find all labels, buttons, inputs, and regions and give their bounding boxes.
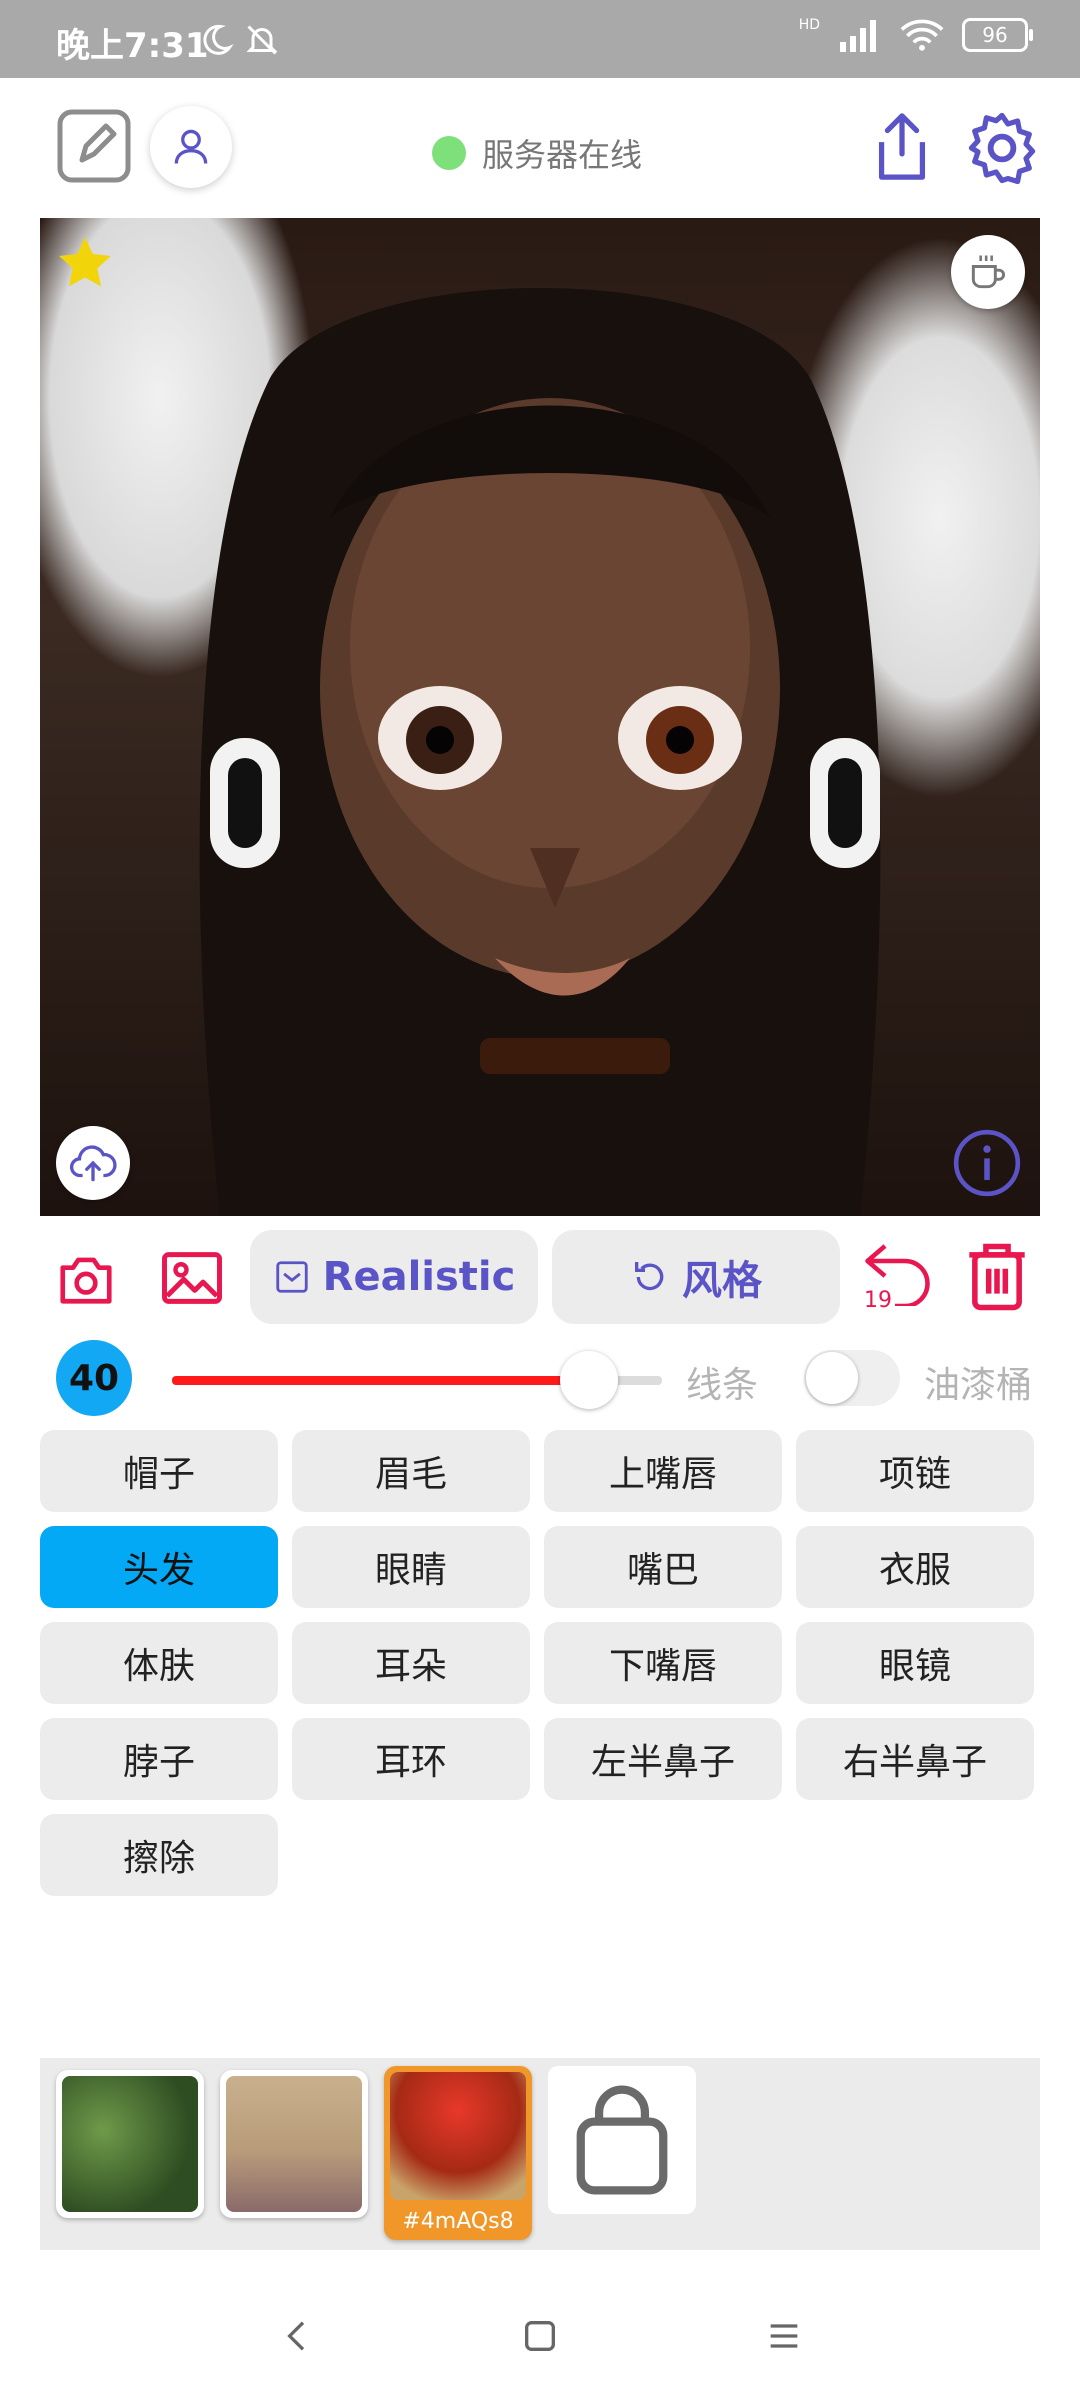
system-nav-bar [0,2290,1080,2370]
online-indicator [432,136,466,170]
doll-portrait [199,288,881,1216]
wifi-icon [900,19,944,51]
upload-button[interactable] [56,1126,130,1200]
segment-chip-selected[interactable]: 头发 [40,1526,278,1608]
user-icon [174,129,208,164]
segment-chip[interactable]: 耳环 [292,1718,530,1800]
thumbnail-tag: #4mAQs8 [384,2204,532,2240]
segment-chip[interactable]: 衣服 [796,1526,1034,1608]
line-mode-label[interactable]: 线条 [686,1356,758,1408]
generated-image[interactable] [40,218,1040,1216]
segment-grid: 帽子 眉毛 上嘴唇 项链 头发 眼睛 嘴巴 衣服 体肤 耳朵 下嘴唇 眼镜 脖子… [40,1430,1040,1896]
edit-button[interactable] [56,108,132,184]
battery-level: 96 [982,23,1008,47]
chevron-left-icon [287,2321,305,2351]
segment-chip[interactable]: 眼镜 [796,1622,1034,1704]
image-icon [162,1252,222,1304]
segment-chip[interactable]: 项链 [796,1430,1034,1512]
server-status: 服务器在线 [432,130,642,176]
coffee-button[interactable] [951,235,1025,309]
shopping-bag-icon [576,2085,668,2195]
home-button[interactable] [520,2316,560,2360]
segment-chip[interactable]: 体肤 [40,1622,278,1704]
history-thumbnail[interactable] [220,2070,368,2218]
history-thumbnail[interactable] [56,2070,204,2218]
delete-button[interactable] [962,1240,1032,1314]
profile-button[interactable] [150,106,232,188]
battery-icon: 96 [962,18,1033,52]
camera-icon [60,1257,112,1304]
back-button[interactable] [278,2316,318,2360]
segment-chip[interactable]: 耳朵 [292,1622,530,1704]
paint-bucket-toggle[interactable] [804,1350,900,1406]
edit-pen-icon [57,109,131,183]
status-bar: 晚上7:31 HD 96 [0,0,1080,78]
thumbnail-image [62,2076,198,2212]
signal-icon [840,20,876,52]
server-status-text: 服务器在线 [482,136,643,174]
favorite-button[interactable] [54,232,116,294]
segment-chip[interactable]: 左半鼻子 [544,1718,782,1800]
status-left-icons [198,22,280,58]
segment-chip[interactable]: 下嘴唇 [544,1622,782,1704]
star-icon [59,237,111,287]
segment-chip[interactable]: 脖子 [40,1718,278,1800]
coffee-cup-icon [971,255,1005,289]
segment-chip[interactable]: 右半鼻子 [796,1718,1034,1800]
style-button[interactable]: 风格 [552,1230,840,1324]
brush-size-slider-thumb[interactable] [559,1351,618,1409]
brush-size-track-filled[interactable] [172,1376,589,1385]
info-button[interactable] [950,1126,1024,1200]
trash-icon [969,1243,1025,1311]
segment-chip[interactable]: 眼睛 [292,1526,530,1608]
cloud-upload-icon [69,1145,117,1182]
info-icon [953,1129,1021,1197]
square-icon [525,2321,555,2351]
style-button-label: 风格 [682,1258,762,1304]
mute-bell-icon [246,25,278,55]
history-thumbnail-selected[interactable]: #4mAQs8 [384,2066,532,2240]
paint-bucket-label: 油漆桶 [924,1365,1033,1406]
style-preset-label: Realistic [322,1254,516,1300]
thumbnail-image [226,2076,362,2212]
refresh-icon [635,1262,664,1291]
settings-button[interactable] [962,108,1042,188]
history-tray: #4mAQs8 [40,2058,1040,2250]
share-button[interactable] [866,108,938,188]
hd-badge: HD [798,17,820,33]
camera-button[interactable] [54,1246,118,1310]
dropdown-box-icon [275,1261,308,1293]
brush-size-badge: 40 [56,1340,132,1416]
share-icon [878,113,926,180]
segment-chip-erase[interactable]: 擦除 [40,1814,278,1896]
thumbnail-image [390,2072,526,2200]
segment-chip[interactable]: 嘴巴 [544,1526,782,1608]
store-button[interactable] [548,2066,696,2214]
moon-icon [203,24,234,55]
undo-button[interactable]: 19 [860,1236,940,1322]
undo-count: 19 [864,1288,892,1313]
segment-chip[interactable]: 上嘴唇 [544,1430,782,1512]
gallery-button[interactable] [158,1246,226,1310]
brush-size-value: 40 [68,1357,120,1399]
status-time: 晚上7:31 [56,26,209,66]
segment-chip[interactable]: 帽子 [40,1430,278,1512]
segment-chip[interactable]: 眉毛 [292,1430,530,1512]
menu-button[interactable] [764,2316,804,2360]
status-right-icons: HD 96 [798,17,1033,52]
style-preset-button[interactable]: Realistic [250,1230,538,1324]
toggle-knob [806,1352,858,1404]
hamburger-icon [770,2324,798,2348]
gear-icon [968,112,1036,185]
